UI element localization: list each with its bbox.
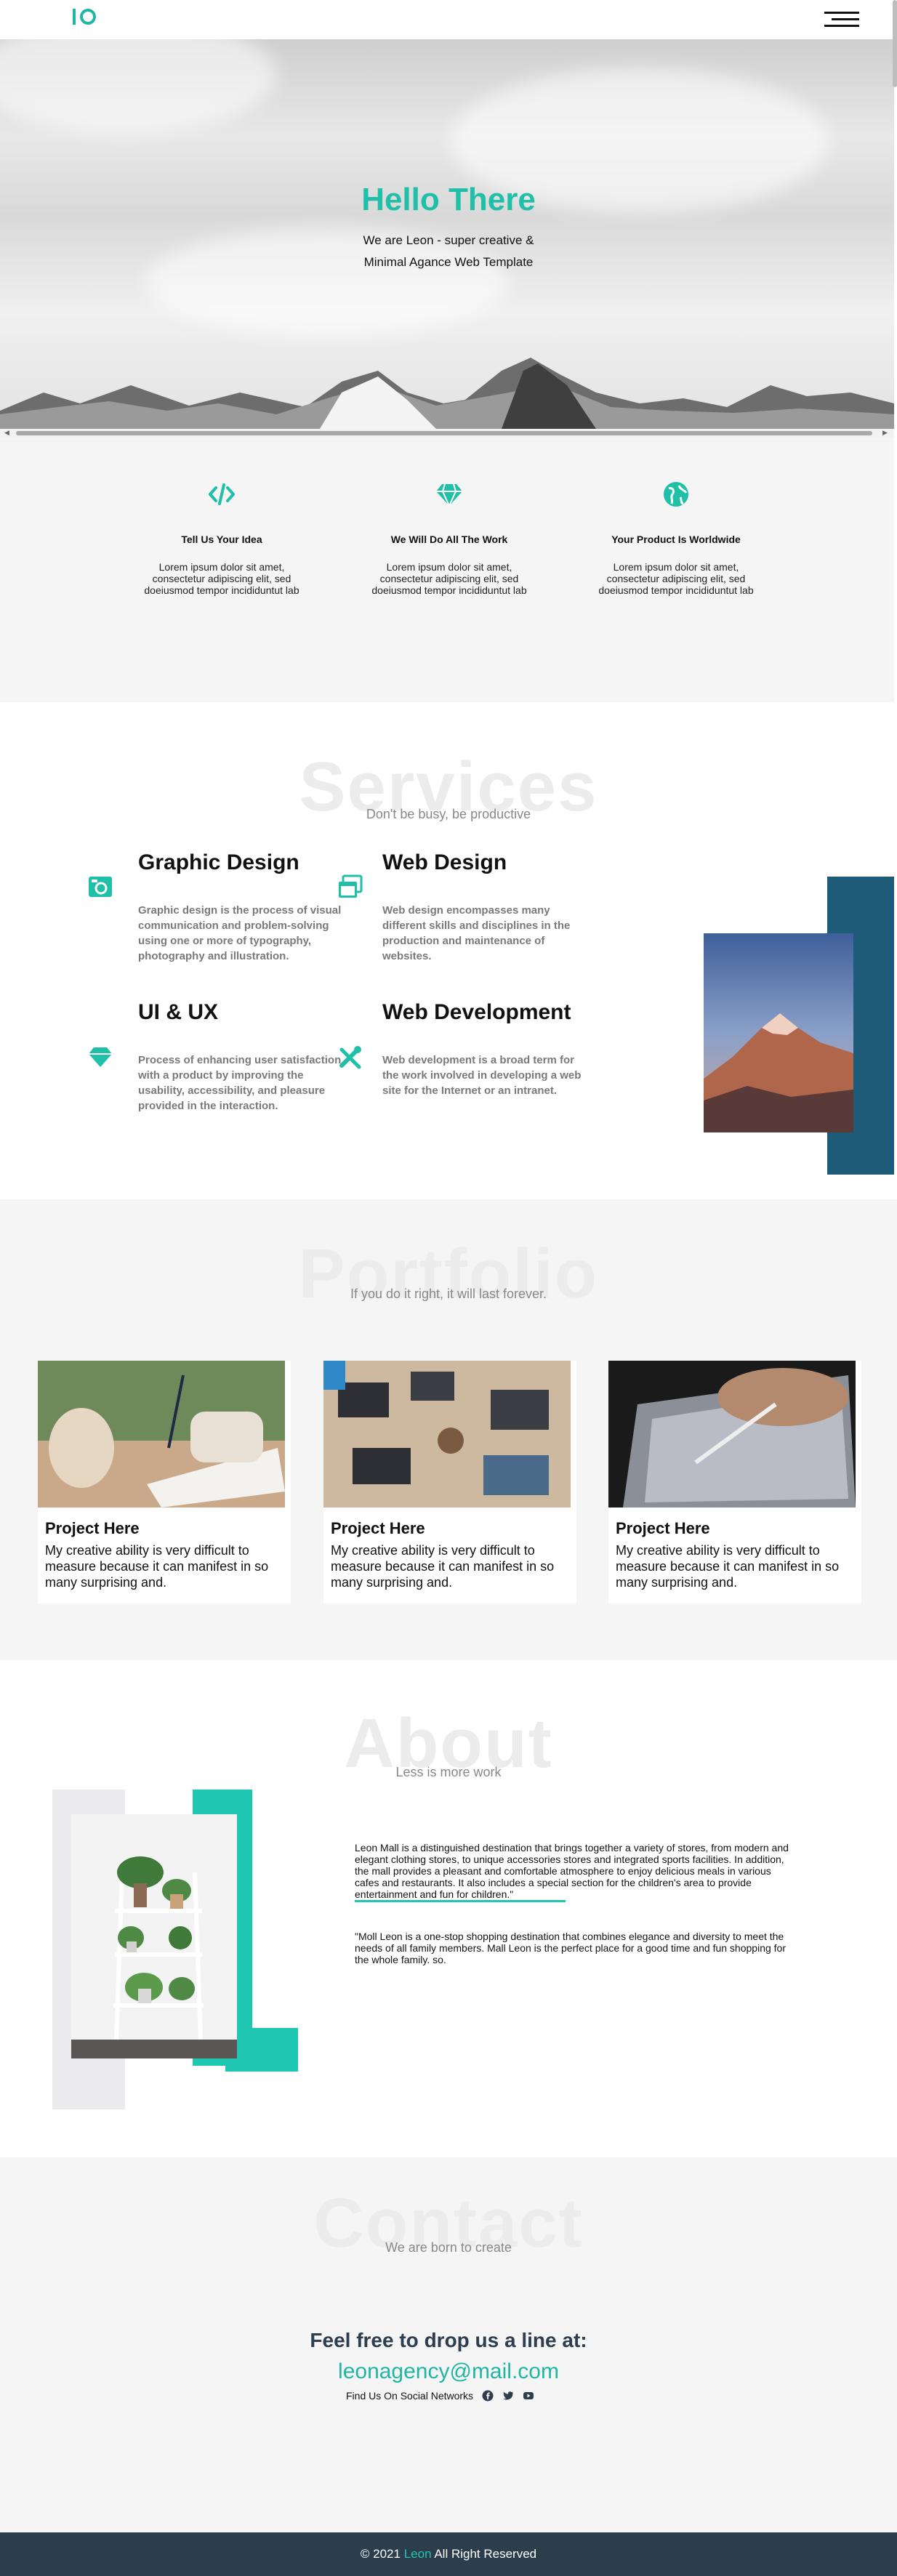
footer: © 2021 Leon All Right Reserved	[0, 2532, 897, 2576]
feature-item: Tell Us Your Idea Lorem ipsum dolor sit …	[134, 480, 309, 596]
facebook-icon[interactable]	[482, 2390, 494, 2402]
about-shelf-image	[71, 1814, 237, 2058]
mountain-image	[704, 933, 853, 1132]
scroll-right-arrow-icon[interactable]: ▶	[882, 429, 888, 437]
services-section: Services Don't be busy, be productive Gr…	[0, 702, 897, 1199]
hero-subtitle: We are Leon - super creative & Minimal A…	[0, 230, 894, 273]
camera-icon	[89, 877, 112, 897]
about-subtitle: Less is more work	[395, 1765, 502, 1779]
service-text: Process of enhancing user satisfaction w…	[138, 1054, 342, 1112]
service-text: Web design encompasses many different sk…	[382, 904, 571, 962]
windows-icon	[339, 874, 363, 898]
project-title: Project Here	[45, 1519, 140, 1537]
project-image	[38, 1361, 285, 1508]
portfolio-section: Portfolio If you do it right, it will la…	[0, 1199, 897, 1660]
mountains-image	[0, 358, 894, 429]
tools-icon	[339, 1046, 361, 1069]
feature-item: Your Product Is Worldwide Lorem ipsum do…	[589, 480, 763, 596]
scrollbar-thumb[interactable]	[16, 431, 872, 435]
menu-line	[824, 25, 859, 27]
service-title: Web Design	[382, 850, 507, 874]
project-image	[323, 1361, 571, 1508]
portfolio-ghost-title: Portfolio	[298, 1235, 599, 1313]
portfolio-subtitle: If you do it right, it will last forever…	[350, 1287, 547, 1301]
services-subtitle: Don't be busy, be productive	[366, 807, 531, 821]
project-title: Project Here	[331, 1519, 425, 1537]
menu-line	[824, 12, 859, 14]
hero-subtitle-line: Minimal Agance Web Template	[363, 255, 534, 269]
copyright-suffix: All Right Reserved	[434, 2547, 537, 2561]
contact-cta: Feel free to drop us a line at:	[310, 2329, 587, 2351]
project-image	[608, 1361, 856, 1508]
project-card[interactable]: Project Here My creative ability is very…	[608, 1361, 861, 1603]
feature-text: Lorem ipsum dolor sit amet, consectetur …	[598, 561, 754, 596]
project-text: My creative ability is very difficult to…	[616, 1543, 840, 1590]
diamond-icon	[89, 1047, 112, 1067]
horizontal-scrollbar[interactable]: ◀ ▶	[0, 429, 894, 438]
service-title: Web Development	[382, 1000, 571, 1024]
menu-line	[832, 18, 859, 20]
hero-section: Hello There We are Leon - super creative…	[0, 39, 894, 429]
about-paragraph: Leon Mall is a distinguished destination…	[355, 1842, 789, 1900]
social-label: Find Us On Social Networks	[346, 2390, 474, 2402]
about-divider	[355, 1900, 566, 1902]
feature-title: Tell Us Your Idea	[181, 534, 262, 545]
feature-title: We Will Do All The Work	[390, 534, 508, 545]
service-text: Web development is a broad term for the …	[382, 1054, 582, 1097]
hero-title: Hello There	[361, 182, 536, 217]
service-text: Graphic design is the process of visual …	[138, 904, 342, 962]
logo-bar	[73, 9, 76, 25]
logo-ring	[80, 9, 96, 25]
contact-section: Contact We are born to create Feel free …	[0, 2157, 897, 2532]
globe-icon	[664, 482, 688, 507]
contact-subtitle: We are born to create	[385, 2240, 512, 2255]
about-section: About Less is more work Leon Mall is a d…	[0, 1660, 897, 2157]
social-networks: Find Us On Social Networks	[346, 2390, 534, 2402]
contact-email-link[interactable]: leonagency@mail.com	[0, 2359, 897, 2384]
youtube-icon[interactable]	[523, 2390, 534, 2402]
vertical-scrollbar[interactable]	[893, 0, 897, 87]
project-card[interactable]: Project Here My creative ability is very…	[323, 1361, 576, 1603]
diamond-icon	[436, 483, 462, 508]
code-icon	[209, 483, 235, 505]
feature-item: We Will Do All The Work Lorem ipsum dolo…	[362, 480, 536, 596]
service-title: UI & UX	[138, 1000, 219, 1024]
scroll-left-arrow-icon[interactable]: ◀	[4, 429, 9, 437]
project-text: My creative ability is very difficult to…	[45, 1543, 269, 1590]
about-quote: "Moll Leon is a one-stop shopping destin…	[355, 1931, 786, 1965]
hamburger-menu-icon[interactable]	[824, 12, 859, 28]
project-card[interactable]: Project Here My creative ability is very…	[38, 1361, 291, 1603]
cloud	[0, 39, 276, 134]
twitter-icon[interactable]	[502, 2390, 514, 2402]
feature-text: Lorem ipsum dolor sit amet, consectetur …	[144, 561, 299, 596]
hero-subtitle-line: We are Leon - super creative &	[363, 233, 534, 247]
copyright-prefix: © 2021	[360, 2547, 401, 2561]
io-logo-icon[interactable]	[73, 9, 96, 25]
project-text: My creative ability is very difficult to…	[331, 1543, 555, 1590]
service-title: Graphic Design	[138, 850, 299, 874]
feature-text: Lorem ipsum dolor sit amet, consectetur …	[371, 561, 527, 596]
features-section: Tell Us Your Idea Lorem ipsum dolor sit …	[0, 438, 894, 702]
feature-title: Your Product Is Worldwide	[611, 534, 741, 545]
footer-brand-link[interactable]: Leon	[404, 2547, 432, 2561]
header	[0, 0, 897, 39]
project-title: Project Here	[616, 1519, 710, 1537]
